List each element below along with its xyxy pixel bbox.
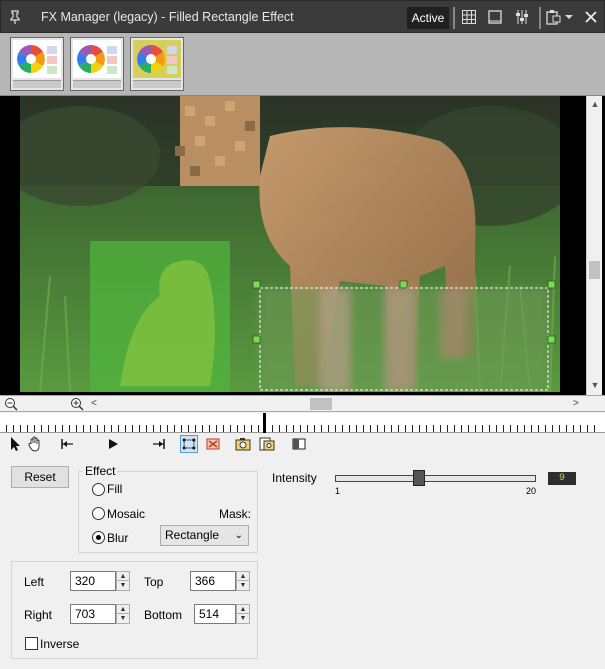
left-spinner-down[interactable]: ▼ — [117, 581, 129, 590]
left-label: Left — [24, 575, 45, 589]
bottom-spinner-down[interactable]: ▼ — [237, 614, 249, 623]
thumbnail-label-bar — [73, 80, 121, 88]
chevron-down-icon[interactable] — [564, 9, 574, 25]
clipboard-icon[interactable] — [545, 9, 561, 25]
intensity-slider-thumb[interactable] — [413, 470, 425, 486]
mask-dropdown-value: Rectangle — [165, 528, 220, 542]
zoom-out-icon[interactable] — [4, 397, 18, 411]
effect-group-label: Effect — [83, 464, 118, 478]
vertical-scrollbar[interactable]: ▲ ▼ — [586, 96, 602, 395]
video-preview[interactable] — [0, 96, 605, 395]
intensity-slider-track[interactable] — [335, 475, 536, 482]
right-spinner[interactable]: ▲ ▼ — [116, 604, 130, 624]
mask-dropdown[interactable]: Rectangle ⌄ — [160, 525, 249, 546]
filled-rect-tool-icon[interactable] — [204, 435, 222, 453]
mask-label: Mask: — [219, 507, 252, 521]
fill-radio-label[interactable]: Fill — [107, 482, 122, 496]
timeline-playhead[interactable] — [263, 413, 266, 433]
select-arrow-icon[interactable] — [6, 435, 24, 453]
thumbnail-image — [73, 40, 121, 78]
effect-thumbnail-2[interactable] — [70, 37, 124, 91]
color-wheel-icon — [137, 45, 177, 74]
blur-radio-label[interactable]: Blur — [107, 531, 128, 545]
timeline-ticks — [6, 425, 600, 432]
right-input[interactable]: 703 — [70, 604, 116, 624]
top-label: Top — [144, 575, 164, 589]
toolbar-separator — [539, 7, 541, 29]
intensity-value-display: 9 — [548, 472, 576, 485]
effect-thumbnail-row — [0, 33, 605, 96]
frame-icon[interactable] — [487, 9, 503, 25]
mosaic-radio-label[interactable]: Mosaic — [107, 507, 145, 521]
horizontal-scroll-thumb[interactable] — [310, 398, 332, 410]
scroll-right-arrow[interactable]: > — [573, 398, 579, 409]
active-status-button[interactable]: Active — [407, 7, 449, 29]
left-spinner[interactable]: ▲ ▼ — [116, 571, 130, 591]
left-input[interactable]: 320 — [70, 571, 116, 591]
scroll-left-arrow[interactable]: < — [91, 398, 97, 409]
top-spinner-down[interactable]: ▼ — [237, 581, 249, 590]
toolbar-separator — [453, 7, 455, 29]
window-title: FX Manager (legacy) - Filled Rectangle E… — [41, 10, 294, 24]
bottom-input[interactable]: 514 — [194, 604, 236, 624]
top-spinner-up[interactable]: ▲ — [237, 572, 249, 581]
snapshot-icon[interactable] — [234, 435, 252, 453]
pin-icon[interactable] — [7, 9, 23, 25]
intensity-label: Intensity — [272, 471, 317, 485]
reset-button[interactable]: Reset — [11, 466, 69, 488]
title-bar: FX Manager (legacy) - Filled Rectangle E… — [0, 0, 605, 33]
vertical-scroll-thumb[interactable] — [589, 261, 600, 279]
fill-radio[interactable] — [92, 483, 105, 496]
bottom-label: Bottom — [144, 608, 183, 622]
zoom-scroll-bar: < > — [0, 395, 605, 412]
zoom-in-icon[interactable] — [70, 397, 84, 411]
thumbnail-label-bar — [133, 80, 181, 88]
right-spinner-down[interactable]: ▼ — [117, 614, 129, 623]
right-label: Right — [24, 608, 53, 622]
right-spinner-up[interactable]: ▲ — [117, 605, 129, 614]
intensity-max-label: 20 — [526, 486, 537, 496]
color-wheel-icon — [17, 45, 57, 74]
copy-frame-icon[interactable] — [258, 435, 276, 453]
go-to-end-icon[interactable] — [150, 435, 168, 453]
top-spinner[interactable]: ▲ ▼ — [236, 571, 250, 591]
compare-icon[interactable] — [290, 435, 308, 453]
left-spinner-up[interactable]: ▲ — [117, 572, 129, 581]
bottom-spinner-up[interactable]: ▲ — [237, 605, 249, 614]
bottom-spinner[interactable]: ▲ ▼ — [236, 604, 250, 624]
effect-thumbnail-1[interactable] — [10, 37, 64, 91]
thumbnail-image — [133, 40, 181, 78]
tool-bar — [0, 433, 605, 455]
play-icon[interactable] — [104, 435, 122, 453]
effect-thumbnail-3[interactable] — [130, 37, 184, 91]
blur-radio[interactable] — [92, 531, 105, 544]
intensity-min-label: 1 — [335, 486, 341, 496]
inverse-checkbox[interactable] — [25, 637, 38, 650]
thumbnail-image — [13, 40, 61, 78]
color-wheel-icon — [77, 45, 117, 74]
top-input[interactable]: 366 — [190, 571, 236, 591]
close-icon[interactable] — [583, 9, 599, 25]
timeline-ruler[interactable] — [0, 413, 605, 433]
preview-image[interactable] — [20, 96, 560, 392]
thumbnail-label-bar — [13, 80, 61, 88]
go-to-start-icon[interactable] — [58, 435, 76, 453]
sliders-icon[interactable] — [514, 9, 530, 25]
hand-pan-icon[interactable] — [26, 435, 44, 453]
grid-icon[interactable] — [461, 9, 477, 25]
rectangle-tool-icon[interactable] — [180, 435, 198, 453]
scroll-up-arrow[interactable]: ▲ — [590, 99, 600, 109]
effect-settings-panel: Reset Effect Fill Mosaic Blur Mask: Rect… — [0, 455, 605, 669]
mosaic-radio[interactable] — [92, 507, 105, 520]
scroll-down-arrow[interactable]: ▼ — [590, 380, 600, 390]
inverse-label[interactable]: Inverse — [40, 637, 79, 651]
chevron-down-icon: ⌄ — [234, 530, 243, 541]
